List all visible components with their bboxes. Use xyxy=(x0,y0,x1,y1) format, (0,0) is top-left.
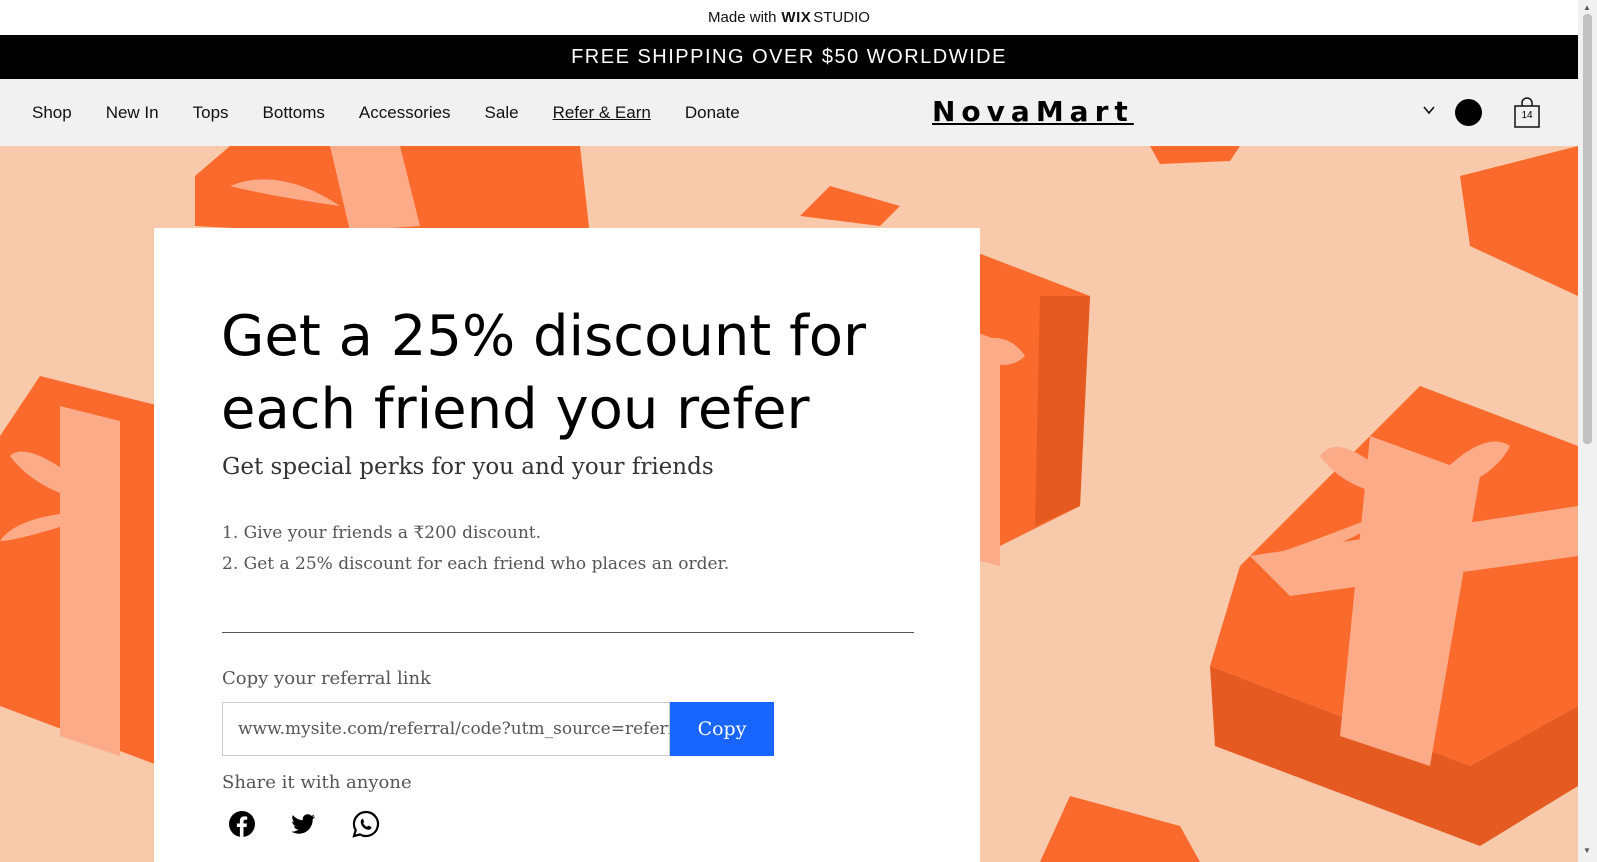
scroll-up-arrow-icon[interactable]: ▲ xyxy=(1583,3,1591,12)
nav-item-refer-earn[interactable]: Refer & Earn xyxy=(553,103,651,123)
nav-item-tops[interactable]: Tops xyxy=(193,103,229,123)
wix-studio-text: STUDIO xyxy=(813,9,870,26)
chevron-down-icon[interactable] xyxy=(1422,103,1436,117)
avatar[interactable] xyxy=(1455,99,1482,126)
nav-item-sale[interactable]: Sale xyxy=(485,103,519,123)
twitter-icon[interactable] xyxy=(289,810,317,838)
referral-link-field[interactable]: www.mysite.com/referral/code?utm_source=… xyxy=(222,702,670,756)
gift-box xyxy=(1210,386,1578,846)
main-nav: Shop New In Tops Bottoms Accessories Sal… xyxy=(0,79,1578,146)
nav-item-bottoms[interactable]: Bottoms xyxy=(263,103,325,123)
copy-link-label: Copy your referral link xyxy=(222,668,431,689)
cart-button[interactable]: 14 xyxy=(1512,97,1542,129)
nav-item-shop[interactable]: Shop xyxy=(32,103,72,123)
subtitle: Get special perks for you and your frien… xyxy=(222,454,714,480)
nav-item-new-in[interactable]: New In xyxy=(106,103,159,123)
step-item: 2. Get a 25% discount for each friend wh… xyxy=(222,554,730,574)
gift-box xyxy=(0,376,160,766)
nav-item-donate[interactable]: Donate xyxy=(685,103,740,123)
scrollbar-thumb[interactable] xyxy=(1583,14,1592,444)
copy-button[interactable]: Copy xyxy=(670,702,774,756)
steps-list: 1. Give your friends a ₹200 discount. 2.… xyxy=(222,518,729,580)
cart-count: 14 xyxy=(1521,110,1533,121)
scroll-down-arrow-icon[interactable]: ▼ xyxy=(1583,846,1591,855)
page-title: Get a 25% discount for each friend you r… xyxy=(221,304,867,442)
promo-text: FREE SHIPPING OVER $50 WORLDWIDE xyxy=(571,45,1007,68)
share-label: Share it with anyone xyxy=(222,772,412,793)
facebook-icon[interactable] xyxy=(228,810,256,838)
wix-banner-prefix: Made with xyxy=(708,9,777,26)
nav-links: Shop New In Tops Bottoms Accessories Sal… xyxy=(32,79,774,146)
step-item: 1. Give your friends a ₹200 discount. xyxy=(222,523,542,543)
wix-banner[interactable]: Made with WIX STUDIO xyxy=(0,0,1578,35)
divider xyxy=(222,632,914,633)
wix-logo: WIX xyxy=(781,9,812,26)
site-logo[interactable]: NovaMart xyxy=(932,95,1134,128)
whatsapp-icon[interactable] xyxy=(352,810,380,838)
referral-card: Get a 25% discount for each friend you r… xyxy=(154,228,980,862)
promo-banner: FREE SHIPPING OVER $50 WORLDWIDE xyxy=(0,35,1578,79)
nav-item-accessories[interactable]: Accessories xyxy=(359,103,451,123)
